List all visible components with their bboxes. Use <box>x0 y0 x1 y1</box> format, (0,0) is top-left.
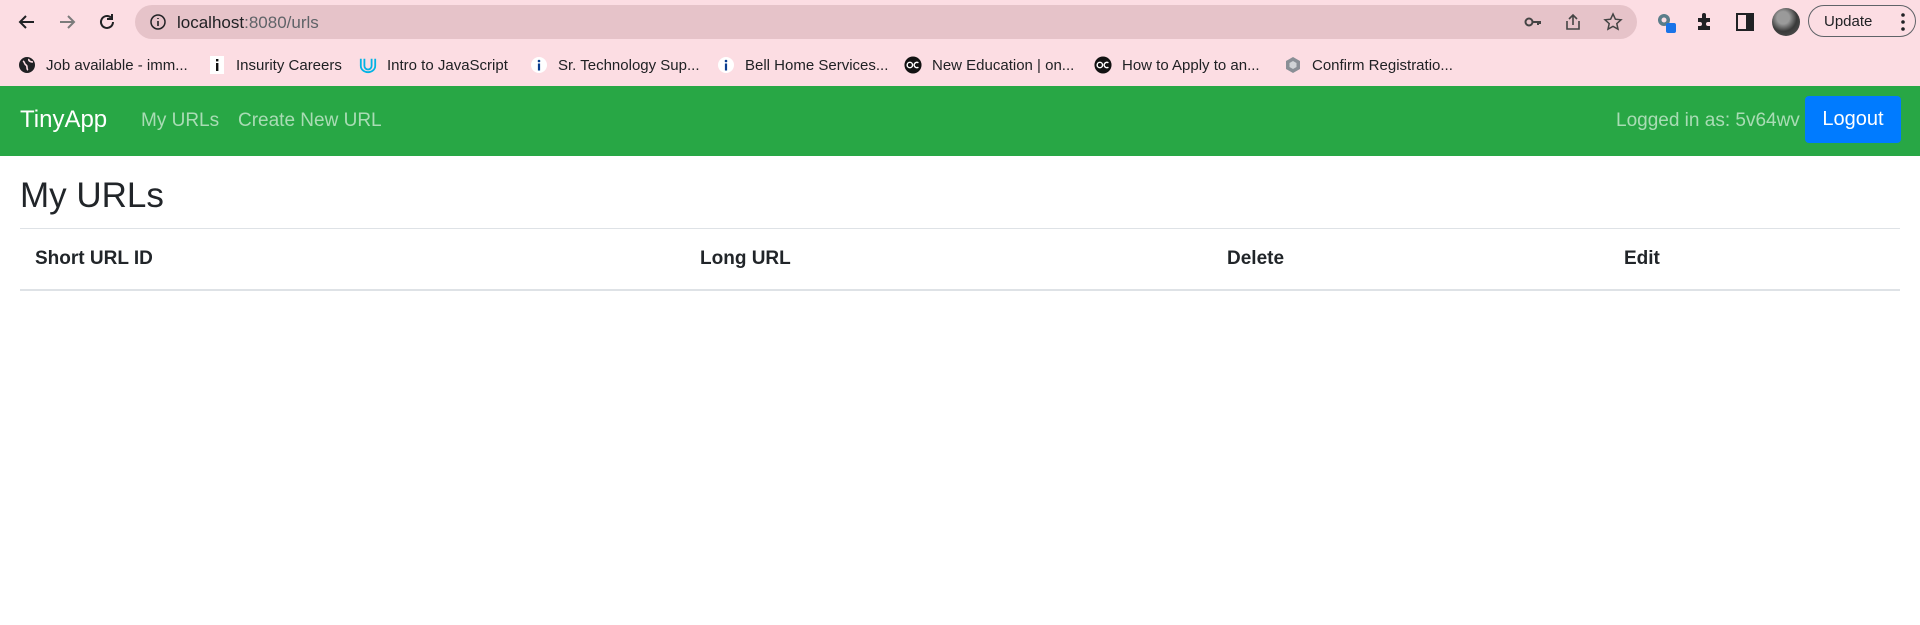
url-host: localhost <box>177 13 245 32</box>
column-header-delete: Delete <box>1227 248 1285 269</box>
brand-logo[interactable]: TinyApp <box>20 106 107 134</box>
extension-gear-icon[interactable] <box>1654 10 1678 34</box>
insurity-icon <box>208 56 226 74</box>
update-label: Update <box>1824 12 1873 30</box>
bookmark-label: Insurity Careers <box>236 56 342 74</box>
app-navbar: TinyApp My URLs Create New URL Logged in… <box>0 86 1920 156</box>
table-top-border <box>20 228 1900 229</box>
reload-icon <box>100 14 114 29</box>
bookmark-star-icon[interactable] <box>1603 12 1623 32</box>
dc-icon <box>904 56 922 74</box>
arrow-left-icon <box>18 15 34 29</box>
bookmark-item[interactable]: Sr. Technology Sup... <box>530 54 699 76</box>
nav-link-my-urls[interactable]: My URLs <box>141 110 219 132</box>
bookmark-label: Job available - imm... <box>46 56 188 74</box>
url-path: :8080/urls <box>244 13 319 32</box>
udacity-icon <box>359 56 377 74</box>
bookmarks-bar: Job available - imm... Insurity Careers … <box>0 44 1920 86</box>
bookmark-label: Bell Home Services... <box>745 56 889 74</box>
bookmark-item[interactable]: Job available - imm... <box>18 54 188 76</box>
info-icon <box>717 56 735 74</box>
bookmark-label: Intro to JavaScript <box>387 56 508 74</box>
bookmark-item[interactable]: New Education | on... <box>904 54 1074 76</box>
bookmark-item[interactable]: Bell Home Services... <box>717 54 888 76</box>
info-icon <box>530 56 548 74</box>
side-panel-icon[interactable] <box>1733 10 1757 34</box>
nav-link-create-new-url[interactable]: Create New URL <box>238 110 382 132</box>
update-button[interactable]: Update <box>1808 5 1916 37</box>
bookmark-label: New Education | on... <box>932 56 1075 74</box>
address-bar[interactable]: localhost:8080/urls <box>135 5 1637 39</box>
table-header-border <box>20 289 1900 291</box>
url-text[interactable]: localhost:8080/urls <box>177 13 319 33</box>
bookmark-label: Confirm Registratio... <box>1312 56 1453 74</box>
column-header-short-url: Short URL ID <box>35 248 153 269</box>
share-icon[interactable] <box>1563 12 1583 32</box>
forward-button[interactable] <box>55 10 79 34</box>
profile-avatar[interactable] <box>1772 8 1800 36</box>
arrow-right-icon <box>60 15 76 29</box>
bookmark-item[interactable]: How to Apply to an... <box>1094 54 1260 76</box>
page-title: My URLs <box>20 176 164 215</box>
bookmark-label: How to Apply to an... <box>1122 56 1260 74</box>
logged-in-status: Logged in as: 5v64wv <box>1616 110 1800 131</box>
globe-icon <box>18 56 36 74</box>
bookmark-item[interactable]: Insurity Careers <box>208 54 342 76</box>
more-menu-icon <box>1901 13 1905 31</box>
bookmark-label: Sr. Technology Sup... <box>558 56 700 74</box>
dc-icon <box>1094 56 1112 74</box>
bookmark-item[interactable]: Intro to JavaScript <box>359 54 508 76</box>
site-info-icon[interactable] <box>149 13 167 31</box>
column-header-long-url: Long URL <box>700 248 791 269</box>
column-header-edit: Edit <box>1624 248 1660 269</box>
hex-icon <box>1284 56 1302 74</box>
browser-chrome: localhost:8080/urls Update Job available… <box>0 0 1920 86</box>
key-icon[interactable] <box>1523 12 1543 32</box>
extensions-puzzle-icon[interactable] <box>1693 10 1717 34</box>
bookmark-item[interactable]: Confirm Registratio... <box>1284 54 1453 76</box>
back-button[interactable] <box>15 10 39 34</box>
logout-button[interactable]: Logout <box>1805 96 1901 143</box>
reload-button[interactable] <box>95 10 119 34</box>
browser-toolbar: localhost:8080/urls Update <box>0 0 1920 44</box>
